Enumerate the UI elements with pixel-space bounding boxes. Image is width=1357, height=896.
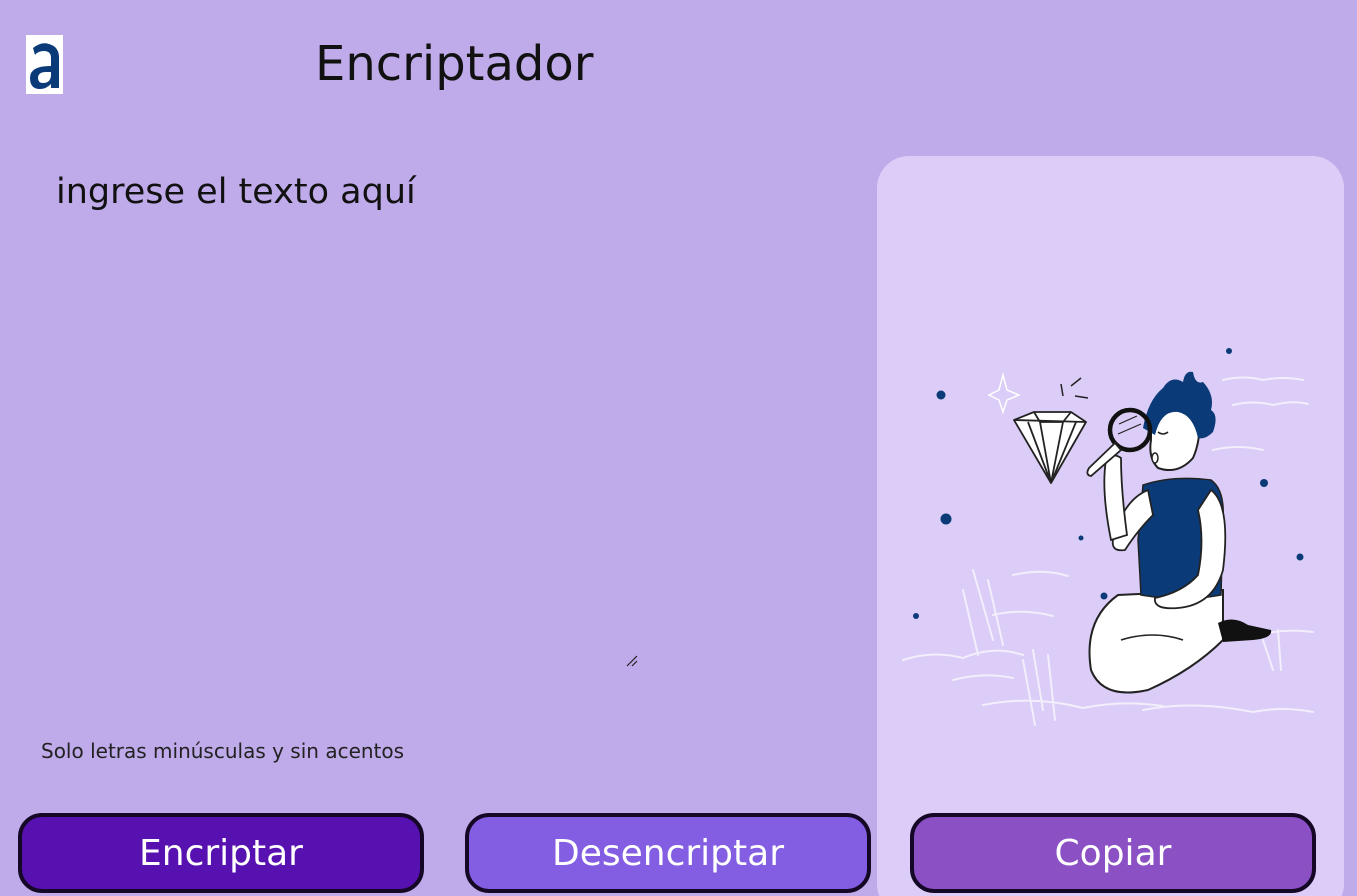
copy-button[interactable]: Copiar <box>910 813 1316 893</box>
input-textarea[interactable] <box>44 160 654 680</box>
alura-logo-icon <box>26 35 63 94</box>
input-hint: Solo letras minúsculas y sin acentos <box>41 739 405 763</box>
encrypt-button[interactable]: Encriptar <box>18 813 424 893</box>
decrypt-button[interactable]: Desencriptar <box>465 813 871 893</box>
page: Encriptador Solo letras minúsculas y sin… <box>0 0 1357 896</box>
app-title: Encriptador <box>315 36 594 92</box>
person-examining-diamond-illustration <box>902 348 1314 726</box>
resize-handle-icon[interactable] <box>626 655 638 667</box>
